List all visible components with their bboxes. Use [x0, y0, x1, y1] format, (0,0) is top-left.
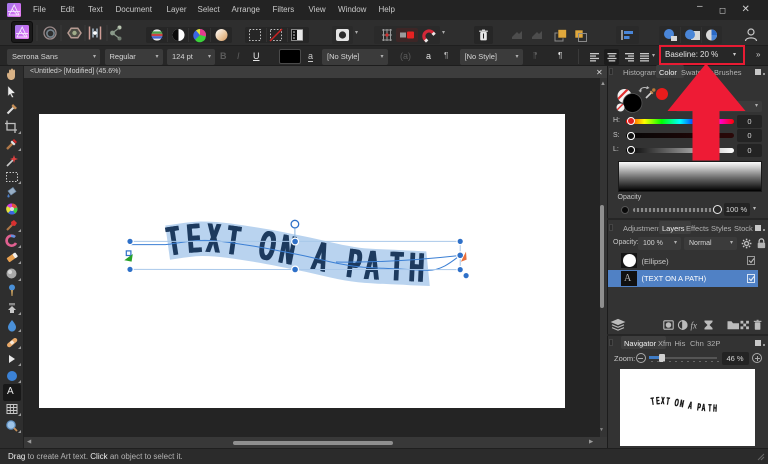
svg-text:fx: fx: [691, 321, 698, 331]
